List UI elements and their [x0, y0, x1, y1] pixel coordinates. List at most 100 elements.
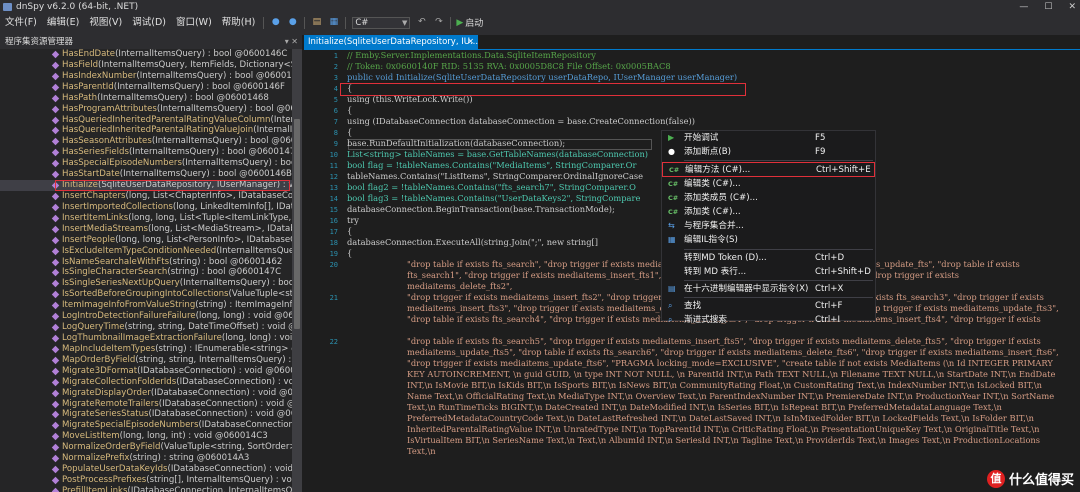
language-select[interactable]: C# ▼ [352, 16, 411, 29]
context-menu-label: 添加类成员 (C#)... [684, 192, 758, 203]
code-line: bool flag3 = !tableNames.Contains("UserD… [347, 193, 641, 203]
menu-help[interactable]: 帮助(H) [217, 14, 261, 31]
redo-icon[interactable]: ↷ [433, 17, 444, 28]
menu-view[interactable]: 视图(V) [84, 14, 127, 31]
member-signature: (long, List<ChapterInfo>, IDatabaseConne… [125, 190, 292, 201]
minimize-button[interactable]: — [1019, 0, 1028, 14]
member-item[interactable]: MigrateSeriesStatus(IDatabaseConnection)… [0, 409, 292, 420]
member-item[interactable]: PrefillItemLinks(IDatabaseConnection, In… [0, 486, 292, 492]
member-name: MapOrderByField [62, 354, 136, 365]
member-item[interactable]: HasField(InternalItemsQuery, ItemFields,… [0, 60, 292, 71]
maximize-button[interactable]: ☐ [1044, 0, 1052, 14]
open-icon[interactable]: ▤ [311, 17, 322, 28]
member-name: LogIntroDetectionFailureFailure [62, 311, 196, 322]
member-item[interactable]: NormalizePrefix(string) : string @060014… [0, 453, 292, 464]
save-all-icon[interactable]: ▦ [328, 17, 339, 28]
member-item[interactable]: HasSpecialEpisodeNumbers(InternalItemsQu… [0, 158, 292, 169]
member-item[interactable]: MapOrderByField(string, string, Internal… [0, 355, 292, 366]
member-item[interactable]: LogThumbnailImageExtractionFailure(long,… [0, 333, 292, 344]
line-number: 6 [333, 107, 338, 115]
start-debug-button[interactable]: ▶ 启动 [456, 16, 483, 30]
context-menu-shortcut: Ctrl+Shift+E [816, 165, 871, 176]
member-item[interactable]: MigrateSpecialEpisodeNumbers(IDatabaseCo… [0, 420, 292, 431]
member-item[interactable]: HasProgramAttributes(InternalItemsQuery)… [0, 104, 292, 115]
member-name: HasStartDate [62, 169, 120, 180]
undo-icon[interactable]: ↶ [416, 17, 427, 28]
context-menu-item[interactable]: C# 添加类成员 (C#)... [662, 191, 875, 205]
context-menu-item[interactable]: 转到 MD 表行... Ctrl+Shift+D [662, 265, 875, 279]
context-menu-item[interactable]: ▶ 开始调试 F5 [662, 131, 875, 145]
member-item[interactable]: ItemImageInfoFromValueString(string) : I… [0, 300, 292, 311]
member-item[interactable]: MigrateCollectionFolderIds(IDatabaseConn… [0, 377, 292, 388]
member-item[interactable]: InsertPeople(long, long, List<PersonInfo… [0, 235, 292, 246]
line-number: 18 [329, 239, 338, 247]
member-item[interactable]: MigrateDisplayOrder(IDatabaseConnection)… [0, 388, 292, 399]
member-item[interactable]: InsertItemLinks(long, long, List<Tuple<I… [0, 213, 292, 224]
code-line: // Token: 0x0600140F RID: 5135 RVA: 0x00… [347, 61, 671, 71]
member-item[interactable]: PopulateUserDataKeyIds(IDatabaseConnecti… [0, 464, 292, 475]
code-line: try [347, 215, 359, 225]
method-icon [51, 105, 60, 113]
member-name: IsNameSearchaleWithFts [62, 256, 170, 267]
member-signature: (long, long, List<PersonInfo>, IDatabase… [115, 234, 292, 245]
member-item[interactable]: HasSeriesFields(InternalItemsQuery) : bo… [0, 147, 292, 158]
member-item[interactable]: InsertChapters(long, List<ChapterInfo>, … [0, 191, 292, 202]
member-item[interactable]: MoveListItem(long, long, int) : void @06… [0, 431, 292, 442]
code-line: using (IDatabaseConnection databaseConne… [347, 116, 695, 126]
line-number: 11 [329, 162, 338, 170]
member-item[interactable]: InsertMediaStreams(long, List<MediaStrea… [0, 224, 292, 235]
member-item[interactable]: Initialize(SqliteUserDataRepository, IUs… [0, 180, 292, 191]
context-menu-item[interactable]: ▦ 编辑IL指令(S) [662, 233, 875, 247]
member-item[interactable]: LogQueryTime(string, string, DateTimeOff… [0, 322, 292, 333]
member-item[interactable]: Migrate3DFormat(IDatabaseConnection) : v… [0, 366, 292, 377]
member-item[interactable]: HasIndexNumber(InternalItemsQuery) : boo… [0, 71, 292, 82]
scrollbar-thumb[interactable] [294, 119, 300, 329]
member-item[interactable]: HasSeasonAttributes(InternalItemsQuery) … [0, 136, 292, 147]
member-item[interactable]: HasStartDate(InternalItemsQuery) : bool … [0, 169, 292, 180]
tab-initialize[interactable]: Initialize(SqliteUserDataRepository, IU.… [304, 35, 478, 49]
member-item[interactable]: IsNameSearchaleWithFts(string) : bool @0… [0, 257, 292, 268]
member-item[interactable]: PostProcessPrefixes(string[], InternalIt… [0, 475, 292, 486]
context-menu-item[interactable]: ● 添加断点(B) F9 [662, 145, 875, 159]
context-menu-item[interactable]: ⇆ 与程序集合并... [662, 219, 875, 233]
member-item[interactable]: MigrateRemoteTrailers(IDatabaseConnectio… [0, 399, 292, 410]
member-signature: (InternalItemsQuery) : bool @06 [181, 158, 292, 169]
menu-window[interactable]: 窗口(W) [171, 14, 217, 31]
member-item[interactable]: LogIntroDetectionFailureFailure(long, lo… [0, 311, 292, 322]
method-icon [51, 422, 60, 430]
member-signature: (InternalItemsQuery) : bool @0600147 [151, 136, 292, 147]
member-item[interactable]: HasParentId(InternalItemsQuery) : bool @… [0, 82, 292, 93]
find-icon: ⌕ [668, 301, 673, 311]
context-menu-label: 添加断点(B) [684, 147, 731, 158]
member-item[interactable]: HasQueriedInheritedParentalRatingValueJo… [0, 125, 292, 136]
menu-edit[interactable]: 编辑(E) [42, 14, 84, 31]
close-button[interactable]: ✕ [1068, 0, 1076, 14]
member-item[interactable]: HasQueriedInheritedParentalRatingValueCo… [0, 115, 292, 126]
forward-icon[interactable]: ● [287, 17, 298, 28]
panel-controls[interactable]: ▾ ✕ [285, 35, 298, 49]
context-menu-item[interactable]: 转到MD Token (D)... Ctrl+D [662, 251, 875, 265]
member-item[interactable]: MapIncludeItemTypes(string) : IEnumerabl… [0, 344, 292, 355]
context-menu-item[interactable]: ⌕ 查找 Ctrl+F [662, 299, 875, 313]
context-menu-item[interactable]: C# 编辑类 (C#)... [662, 177, 875, 191]
member-item[interactable]: IsExcludeItemTypeConditionNeeded(Interna… [0, 246, 292, 257]
menu-file[interactable]: 文件(F) [0, 14, 42, 31]
context-menu-item[interactable]: C# 编辑方法 (C#)... Ctrl+Shift+E [662, 162, 875, 177]
member-item[interactable]: InsertImportedCollections(long, LinkedIt… [0, 202, 292, 213]
context-menu-item[interactable]: ⌕ 渐进式搜索 Ctrl+I [662, 313, 875, 327]
member-item[interactable]: HasPath(InternalItemsQuery) : bool @0600… [0, 93, 292, 104]
close-tab-icon[interactable]: ✕ [467, 35, 474, 49]
member-item[interactable]: NormalizeOrderByField(ValueTuple<string,… [0, 442, 292, 453]
context-menu-label: 与程序集合并... [684, 221, 744, 232]
vertical-scrollbar[interactable] [292, 49, 302, 492]
member-name: HasParentId [62, 81, 114, 92]
member-item[interactable]: IsSortedBeforeGroupingIntoCollections(Va… [0, 289, 292, 300]
member-item[interactable]: IsSingleCharacterSearch(string) : bool @… [0, 267, 292, 278]
back-icon[interactable]: ● [270, 17, 281, 28]
member-item[interactable]: HasEndDate(InternalItemsQuery) : bool @0… [0, 49, 292, 60]
menu-debug[interactable]: 调试(D) [127, 14, 171, 31]
context-menu-item[interactable]: C# 添加类 (C#)... [662, 205, 875, 219]
member-item[interactable]: IsSingleSeriesNextUpQuery(InternalItemsQ… [0, 278, 292, 289]
member-name: HasQueriedInheritedParentalRatingValueCo… [62, 114, 271, 125]
context-menu-item[interactable]: ▤ 在十六进制编辑器中显示指令(X) Ctrl+X [662, 282, 875, 296]
